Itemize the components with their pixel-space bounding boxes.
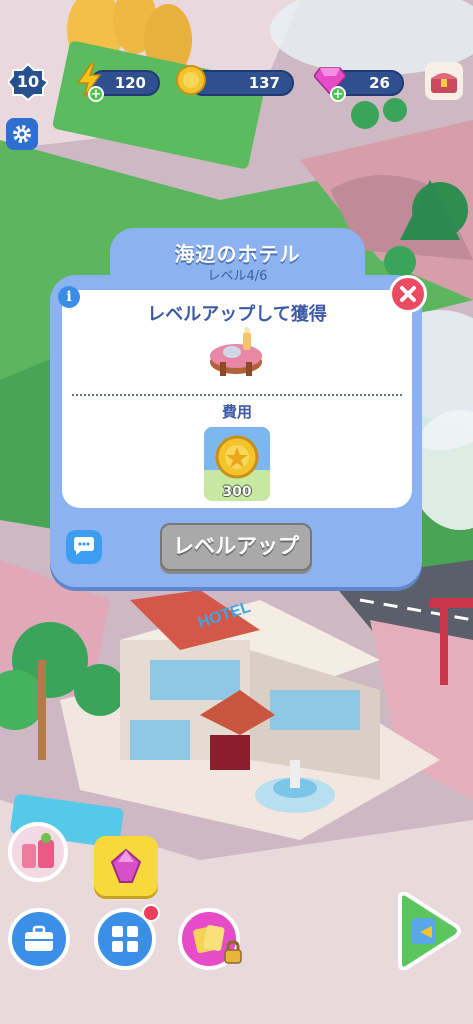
level-up-button[interactable]: レベルアップ [160, 523, 312, 571]
level-value: 10 [16, 72, 40, 91]
chat-button[interactable] [66, 530, 102, 564]
drinks-icon [22, 833, 54, 868]
inventory-button[interactable] [8, 908, 70, 970]
gem-value: 26 [369, 74, 390, 92]
next-area-button[interactable] [392, 891, 462, 971]
next-icon [398, 891, 461, 971]
gem-bubble-icon [110, 848, 142, 883]
coin-value: 137 [248, 74, 280, 92]
reward-item [206, 322, 266, 382]
add-gem-button[interactable]: + [330, 86, 346, 102]
add-energy-button[interactable]: + [88, 86, 104, 102]
notification-dot [142, 904, 160, 922]
gem-offer-button[interactable] [94, 836, 158, 896]
cost-value: 300 [222, 484, 252, 500]
divider [72, 394, 402, 396]
settings-button[interactable] [6, 118, 38, 150]
chest-icon [431, 73, 457, 93]
grid-icon [112, 926, 138, 952]
coin-cost-icon [215, 435, 259, 479]
energy-value: 120 [114, 74, 146, 92]
chat-icon [74, 537, 94, 555]
cost-label: 費用 [221, 403, 252, 421]
briefcase-icon [25, 925, 53, 951]
panel-title: 海辺のホテル [174, 242, 301, 266]
panel-subtitle: レベル4/6 [207, 269, 268, 284]
drinks-button[interactable] [8, 822, 68, 882]
level-badge[interactable]: 10 [8, 62, 48, 102]
shop-chest-button[interactable] [425, 62, 463, 100]
table-reward-icon [210, 327, 262, 376]
gear-icon [13, 125, 31, 143]
coin-icon [175, 64, 207, 96]
lock-icon [222, 940, 244, 964]
